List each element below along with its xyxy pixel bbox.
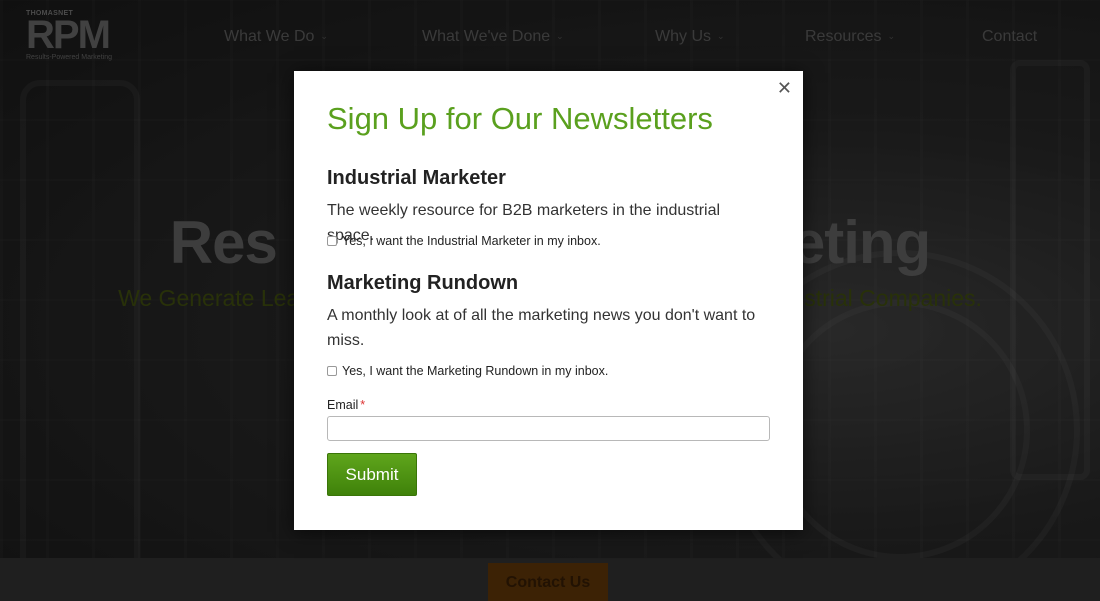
required-marker: * bbox=[360, 398, 366, 412]
industrial-marketer-optin[interactable]: Yes, I want the Industrial Marketer in m… bbox=[327, 234, 601, 248]
marketing-rundown-optin[interactable]: Yes, I want the Marketing Rundown in my … bbox=[327, 364, 608, 378]
newsletter-heading-industrial-marketer: Industrial Marketer bbox=[327, 167, 506, 189]
close-icon[interactable]: ✕ bbox=[777, 80, 792, 98]
email-label: Email * bbox=[327, 398, 365, 412]
newsletter-description: A monthly look at of all the marketing n… bbox=[327, 307, 756, 349]
email-field[interactable] bbox=[327, 416, 770, 441]
checkbox-label: Yes, I want the Marketing Rundown in my … bbox=[342, 364, 609, 378]
marketing-rundown-checkbox[interactable] bbox=[327, 366, 337, 376]
checkbox-label: Yes, I want the Industrial Marketer in m… bbox=[342, 234, 601, 248]
submit-button[interactable]: Submit bbox=[327, 453, 417, 496]
modal-title: Sign Up for Our Newsletters bbox=[327, 101, 713, 136]
email-label-text: Email bbox=[327, 398, 359, 412]
newsletter-heading-marketing-rundown: Marketing Rundown bbox=[327, 272, 519, 294]
newsletter-signup-modal: ✕ Sign Up for Our Newsletters Industrial… bbox=[294, 71, 803, 530]
industrial-marketer-checkbox[interactable] bbox=[327, 236, 337, 246]
